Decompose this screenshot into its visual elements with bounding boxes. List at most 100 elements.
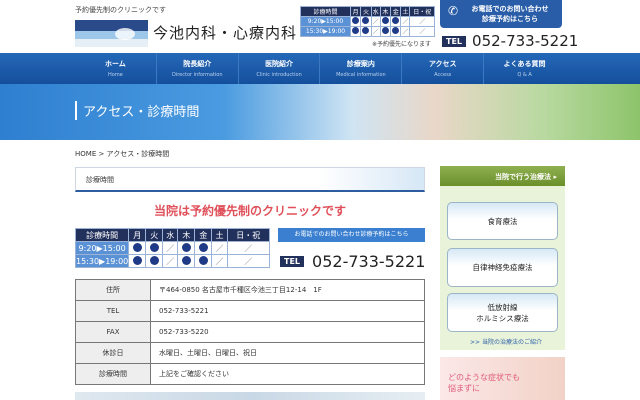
open-mark bbox=[128, 254, 147, 268]
tel-number: 052-733-5221 bbox=[472, 32, 579, 50]
phone-icon: ✆ bbox=[448, 4, 459, 18]
open-mark bbox=[145, 254, 164, 268]
nav-item[interactable]: 院長紹介 Director information bbox=[157, 53, 239, 84]
nav-label: 医院紹介 bbox=[265, 60, 294, 68]
tel-label: TEL bbox=[442, 35, 467, 47]
open-dot-icon bbox=[149, 242, 159, 252]
schedule-header-cell: 金 bbox=[194, 228, 213, 242]
info-row: 休診日 水曜日、土曜日、日曜日、祝日 bbox=[75, 342, 425, 364]
open-mark bbox=[349, 16, 362, 27]
info-key: TEL bbox=[75, 300, 151, 322]
info-row: 住所 〒464-0850 名古屋市千種区今池三丁目12-14 1F bbox=[75, 279, 425, 301]
clinic-logo[interactable] bbox=[75, 20, 148, 47]
schedule-time: 15:30▶19:00 bbox=[300, 26, 351, 37]
info-row: TEL 052-733-5221 bbox=[75, 300, 425, 322]
sidebar-title[interactable]: 当院で行う治療法 ▸ bbox=[440, 166, 565, 186]
schedule-time: 9:20▶15:00 bbox=[300, 16, 351, 27]
nav-label: アクセス bbox=[428, 60, 457, 68]
schedule-header-cell: 日・祝 bbox=[226, 228, 271, 242]
schedule-row: 15:30▶19:00 ／／／ bbox=[74, 254, 271, 268]
open-mark bbox=[349, 26, 362, 37]
closed-mark: ／ bbox=[400, 16, 411, 27]
reservation-note: ※予約優先になります bbox=[372, 41, 432, 48]
therapy-button-diet[interactable]: 食育療法 bbox=[447, 202, 558, 240]
contact-line2: 診療予約はこちら bbox=[482, 15, 539, 23]
open-mark bbox=[379, 26, 392, 37]
schedule-header-cell: 土 bbox=[211, 228, 228, 242]
ad-line2: 悩まずに bbox=[448, 384, 480, 393]
closed-mark: ／ bbox=[211, 254, 228, 268]
info-value: 〒464-0850 名古屋市千種区今池三丁目12-14 1F bbox=[150, 279, 425, 301]
contact-button[interactable]: お電話でのお問い合わせ診療予約はこちら bbox=[278, 228, 425, 242]
nav-item[interactable]: アクセス Access bbox=[402, 53, 485, 84]
closed-mark: ／ bbox=[226, 254, 271, 268]
schedule-header-cell: 月 bbox=[128, 228, 147, 242]
therapy-button-autonomic[interactable]: 自律神経免疫療法 bbox=[447, 248, 558, 287]
nav-sublabel: Q & A bbox=[517, 72, 532, 78]
nav-item[interactable]: 医院紹介 Clinic introduction bbox=[239, 53, 321, 84]
nav-item[interactable]: ホーム Home bbox=[75, 53, 157, 84]
nav-label: よくある質問 bbox=[503, 60, 546, 68]
open-mark bbox=[390, 16, 402, 27]
open-dot-icon bbox=[198, 242, 208, 252]
open-dot-icon bbox=[381, 27, 389, 34]
open-mark bbox=[194, 241, 213, 255]
info-key: FAX bbox=[75, 321, 151, 343]
nav-sublabel: Home bbox=[108, 72, 123, 78]
schedule-header-cell: 水 bbox=[370, 6, 381, 17]
breadcrumb[interactable]: HOME > アクセス・診療時間 bbox=[75, 149, 169, 159]
nav-label: 院長紹介 bbox=[183, 60, 212, 68]
open-dot-icon bbox=[392, 27, 400, 34]
clinic-info-table: 住所 〒464-0850 名古屋市千種区今池三丁目12-14 1F TEL 052-7… bbox=[75, 279, 425, 385]
open-dot-icon bbox=[362, 27, 370, 34]
headline: 当院は予約優先制のクリニックです bbox=[153, 204, 346, 218]
nav-label: ホーム bbox=[105, 60, 126, 68]
closed-mark: ／ bbox=[370, 26, 381, 37]
nav-sublabel: Director information bbox=[171, 72, 223, 78]
nav-item[interactable]: 診療案内 Medical information bbox=[320, 53, 403, 84]
info-value: 052-733-5221 bbox=[150, 300, 425, 322]
info-value: 上記をご確認ください bbox=[150, 363, 425, 385]
info-key: 診療時間 bbox=[75, 363, 151, 385]
nav-sublabel: Access bbox=[434, 72, 452, 78]
schedule-row: 9:20▶15:00 ／／／ bbox=[300, 16, 435, 27]
schedule-header-cell: 土 bbox=[400, 6, 411, 17]
open-dot-icon bbox=[362, 17, 370, 24]
open-dot-icon bbox=[132, 242, 142, 252]
open-mark bbox=[177, 241, 196, 255]
section-title: 診療時間 bbox=[75, 167, 425, 192]
schedule-time: 15:30▶19:00 bbox=[74, 254, 130, 268]
open-mark bbox=[379, 16, 392, 27]
therapy-button-hormesis[interactable]: 低放射線 ホルミシス療法 bbox=[447, 293, 558, 332]
closed-mark: ／ bbox=[370, 16, 381, 27]
map[interactable] bbox=[75, 392, 425, 400]
nav-label: 診療案内 bbox=[346, 60, 375, 68]
main-nav: ホーム Home 院長紹介 Director information 医院紹介 Clini… bbox=[0, 53, 640, 84]
sidebar-ad-banner[interactable]: どのような症状でも 悩まずに bbox=[440, 357, 565, 400]
open-dot-icon bbox=[181, 242, 191, 252]
ad-line1: どのような症状でも bbox=[448, 373, 520, 382]
open-dot-icon bbox=[132, 255, 142, 265]
schedule-header-cell: 日・祝 bbox=[409, 6, 435, 17]
open-dot-icon bbox=[352, 27, 360, 34]
closed-mark: ／ bbox=[162, 254, 179, 268]
open-mark bbox=[390, 26, 402, 37]
nav-sublabel: Medical information bbox=[336, 72, 386, 78]
info-row: FAX 052-733-5220 bbox=[75, 321, 425, 343]
contact-bubble[interactable]: ✆ お電話でのお問い合わせ 診療予約はこちら bbox=[440, 0, 562, 28]
nav-item[interactable]: よくある質問 Q & A bbox=[484, 53, 565, 84]
schedule-row: 15:30▶19:00 ／／／ bbox=[300, 26, 435, 37]
clinic-name: 今池内科・心療内科 bbox=[153, 24, 298, 42]
main-tel[interactable]: TEL 052-733-5221 bbox=[280, 252, 425, 271]
schedule-header-cell: 火 bbox=[360, 6, 372, 17]
schedule-header-cell: 月 bbox=[349, 6, 362, 17]
header-tel[interactable]: TEL 052-733-5221 bbox=[442, 32, 578, 50]
open-mark bbox=[360, 26, 372, 37]
open-dot-icon bbox=[392, 17, 400, 24]
closed-mark: ／ bbox=[226, 241, 271, 255]
closed-mark: ／ bbox=[162, 241, 179, 255]
open-mark bbox=[145, 241, 164, 255]
therapy-intro-link[interactable]: >> 当院の治療法のご紹介 bbox=[470, 337, 542, 346]
open-dot-icon bbox=[198, 255, 208, 265]
info-key: 休診日 bbox=[75, 342, 151, 364]
